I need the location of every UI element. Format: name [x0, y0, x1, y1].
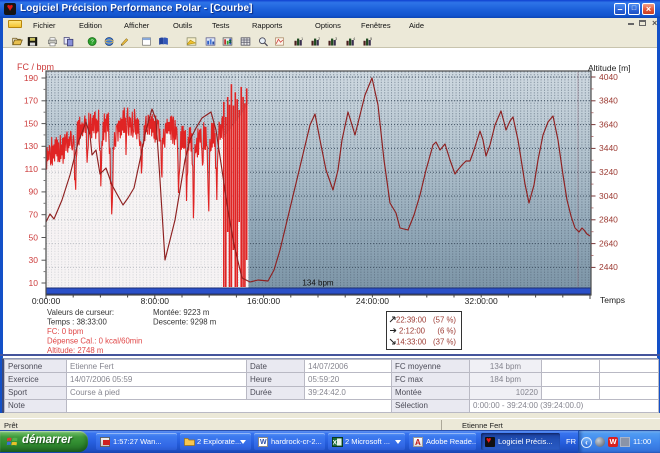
svg-text:16:00:00: 16:00:00 — [247, 296, 280, 306]
svg-text:130: 130 — [24, 141, 38, 151]
svg-text:Temps : 38:33:00: Temps : 38:33:00 — [47, 318, 107, 327]
svg-text:2440: 2440 — [599, 262, 618, 272]
svg-text:2: 2 — [318, 37, 320, 41]
svg-text:(57 %): (57 %) — [433, 316, 456, 325]
svg-text:FC: 0 bpm: FC: 0 bpm — [47, 327, 83, 336]
svg-text:3240: 3240 — [599, 167, 618, 177]
svg-text:2640: 2640 — [599, 238, 618, 248]
svg-text:3040: 3040 — [599, 191, 618, 201]
svg-text:Dépense Cal.: 0 kcal/60min: Dépense Cal.: 0 kcal/60min — [47, 337, 142, 346]
svg-text:(37 %): (37 %) — [433, 338, 456, 347]
svg-text:50: 50 — [29, 232, 39, 242]
svg-text:x: x — [229, 39, 232, 45]
svg-text:4040: 4040 — [599, 72, 618, 82]
svg-text:Temps: Temps — [600, 295, 625, 305]
svg-text:1: 1 — [301, 37, 303, 41]
svg-text:Montée: 9223 m: Montée: 9223 m — [153, 308, 209, 317]
svg-text:FC / bpm: FC / bpm — [17, 62, 54, 72]
svg-text:30: 30 — [29, 255, 39, 265]
svg-text:32:00:00: 32:00:00 — [465, 296, 498, 306]
svg-text:8:00:00: 8:00:00 — [141, 296, 170, 306]
svg-text:2840: 2840 — [599, 215, 618, 225]
svg-text:110: 110 — [24, 164, 38, 174]
svg-text:190: 190 — [24, 73, 38, 83]
svg-text:10: 10 — [29, 278, 39, 288]
svg-text:X: X — [333, 439, 338, 446]
svg-text:5: 5 — [370, 37, 372, 41]
svg-text:3440: 3440 — [599, 143, 618, 153]
svg-text:3840: 3840 — [599, 96, 618, 106]
svg-text:Descente: 9298 m: Descente: 9298 m — [153, 318, 216, 327]
svg-text:70: 70 — [29, 210, 39, 220]
svg-text:0:00:00: 0:00:00 — [32, 296, 61, 306]
svg-text:24:00:00: 24:00:00 — [356, 296, 389, 306]
svg-text:150: 150 — [24, 118, 38, 128]
svg-text:170: 170 — [24, 96, 38, 106]
svg-text:3640: 3640 — [599, 119, 618, 129]
svg-text:(6 %): (6 %) — [437, 327, 456, 336]
svg-text:4: 4 — [353, 37, 355, 41]
svg-text:14:33:00: 14:33:00 — [396, 338, 427, 347]
svg-text:134 bpm: 134 bpm — [302, 279, 333, 288]
svg-text:90: 90 — [29, 187, 39, 197]
svg-text:3: 3 — [336, 37, 338, 41]
svg-text:Valeurs de curseur:: Valeurs de curseur: — [47, 308, 114, 317]
svg-text:22:39:00: 22:39:00 — [396, 316, 427, 325]
svg-text:2:12:00: 2:12:00 — [399, 327, 426, 336]
